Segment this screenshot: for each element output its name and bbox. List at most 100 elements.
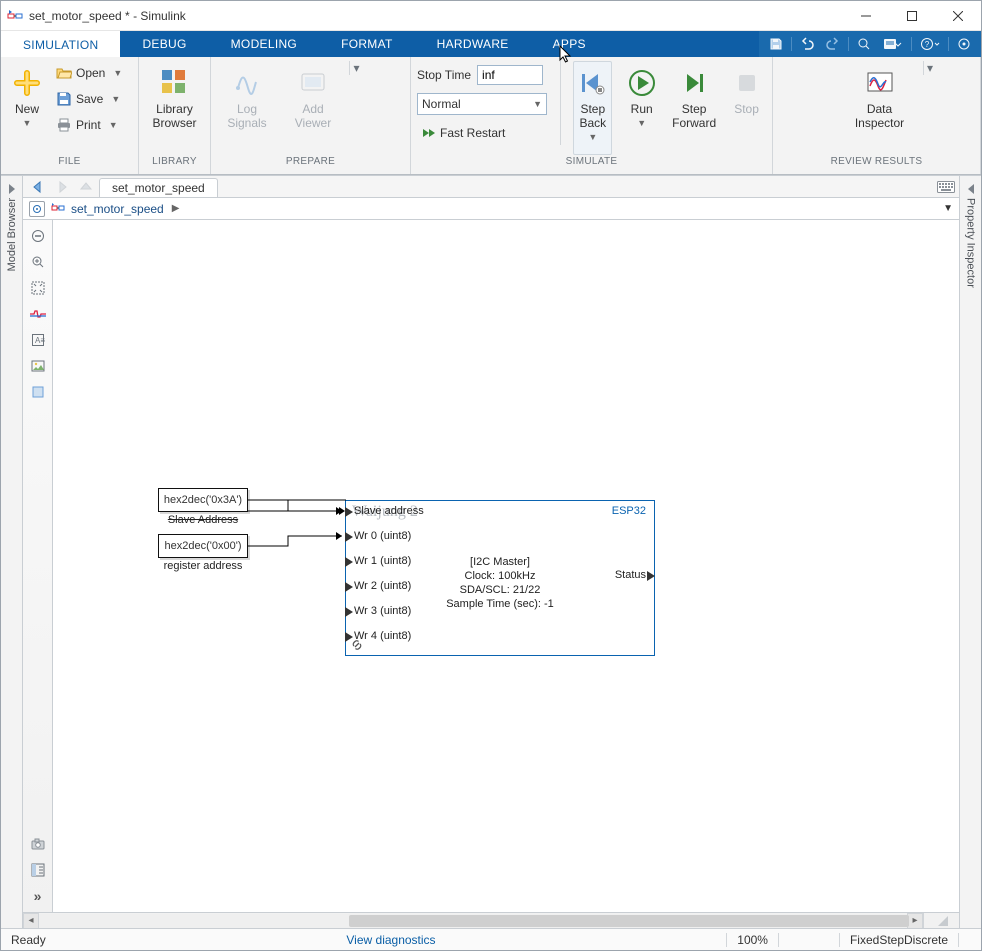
block-brand: ESP32 (612, 505, 646, 517)
toggle-sample-time-button[interactable] (26, 302, 50, 326)
tab-debug[interactable]: DEBUG (120, 31, 208, 57)
new-button[interactable]: New ▼ (7, 61, 47, 155)
wire-register (248, 535, 348, 575)
step-back-button[interactable]: Step Back ▼ (573, 61, 612, 155)
document-tab[interactable]: set_motor_speed (99, 178, 218, 197)
model-browser-collapsed[interactable]: Model Browser (1, 176, 23, 928)
wire-slave (248, 499, 348, 539)
maximize-button[interactable] (889, 1, 935, 30)
run-button[interactable]: Run ▼ (622, 61, 661, 155)
qat-overflow-button[interactable] (879, 34, 907, 54)
status-solver[interactable]: FixedStepDiscrete (840, 933, 958, 947)
qat-redo-button[interactable] (822, 34, 844, 54)
scroll-track[interactable] (39, 914, 907, 928)
property-inspector-collapsed[interactable]: Property Inspector (959, 176, 981, 928)
horizontal-scrollbar[interactable]: ◂ ▸ (23, 912, 959, 928)
ribbon-tabs: SIMULATION DEBUG MODELING FORMAT HARDWAR… (1, 31, 981, 57)
save-icon (56, 91, 72, 107)
group-label-prepare: PREPARE (217, 156, 404, 174)
block-constant-register-address[interactable]: hex2dec('0x00') (158, 534, 248, 558)
status-zoom[interactable]: 100% (727, 933, 778, 947)
stop-time-input[interactable] (477, 65, 543, 85)
stop-button[interactable]: Stop (727, 61, 766, 155)
area-button[interactable] (26, 380, 50, 404)
fit-to-view-button[interactable] (26, 276, 50, 300)
status-ready: Ready (1, 933, 56, 947)
step-forward-button[interactable]: Step Forward (671, 61, 717, 155)
window-title: set_motor_speed * - Simulink (29, 9, 843, 23)
scroll-right-button[interactable]: ▸ (907, 913, 923, 929)
review-dropdown[interactable]: ▾ (923, 61, 937, 75)
library-browser-button[interactable]: Library Browser (145, 61, 204, 155)
document-tabs: set_motor_speed (23, 176, 959, 198)
fast-restart-button[interactable]: Fast Restart (417, 121, 547, 145)
model-browser-toggle-button[interactable] (26, 858, 50, 882)
block-i2c-master[interactable]: Waijung 2 ESP32 (345, 500, 655, 656)
scroll-left-button[interactable]: ◂ (23, 913, 39, 929)
simulink-icon (7, 8, 23, 24)
tab-modeling[interactable]: MODELING (209, 31, 319, 57)
signal-1 (248, 499, 346, 501)
breadcrumb[interactable]: set_motor_speed (71, 202, 164, 216)
tab-simulation[interactable]: SIMULATION (1, 31, 120, 57)
ribbon: New ▼ Open▼ Save▼ Print▼ (1, 57, 981, 175)
qat-undo-button[interactable] (796, 34, 818, 54)
model-crumb-target-button[interactable] (29, 201, 45, 217)
group-label-review: REVIEW RESULTS (779, 156, 974, 174)
image-button[interactable] (26, 354, 50, 378)
nav-up-button[interactable] (75, 176, 97, 197)
add-viewer-button[interactable]: Add Viewer (283, 61, 343, 155)
svg-text:A≡: A≡ (35, 336, 45, 345)
diagram-canvas[interactable]: hex2dec('0x3A') Slave Address hex2dec('0… (53, 220, 959, 912)
expand-toolbar-button[interactable]: » (26, 884, 50, 908)
keyboard-icon[interactable] (933, 176, 959, 197)
breadcrumb-caret-icon[interactable]: ▶ (172, 203, 180, 214)
status-bar: Ready View diagnostics 100% FixedStepDis… (1, 928, 981, 950)
breadcrumb-dropdown[interactable]: ▼ (943, 203, 953, 214)
canvas-toolbar: A≡ » (23, 220, 53, 912)
expand-left-icon (966, 184, 976, 194)
title-bar: set_motor_speed * - Simulink (1, 1, 981, 31)
print-button[interactable]: Print▼ (53, 113, 125, 137)
minimize-button[interactable] (843, 1, 889, 30)
hide-toolbar-button[interactable] (26, 224, 50, 248)
prepare-dropdown[interactable]: ▾ (349, 61, 363, 75)
open-button[interactable]: Open▼ (53, 61, 125, 85)
nav-forward-button[interactable] (51, 176, 73, 197)
annotation-button[interactable]: A≡ (26, 328, 50, 352)
fast-restart-icon (420, 125, 436, 141)
tab-hardware[interactable]: HARDWARE (415, 31, 531, 57)
zoom-in-button[interactable] (26, 250, 50, 274)
save-button[interactable]: Save▼ (53, 87, 125, 111)
data-inspector-button[interactable]: Data Inspector (843, 61, 917, 155)
simulation-mode-select[interactable]: Normal▼ (417, 93, 547, 115)
signal-arrow-1 (248, 500, 346, 512)
nav-back-button[interactable] (27, 176, 49, 197)
caption-slave-address: Slave Address (158, 514, 248, 526)
group-label-simulate: SIMULATE (417, 156, 766, 174)
model-browser-label: Model Browser (6, 198, 18, 271)
view-diagnostics-link[interactable]: View diagnostics (336, 933, 445, 947)
tab-format[interactable]: FORMAT (319, 31, 415, 57)
group-label-file: FILE (7, 156, 132, 174)
qat-save-button[interactable] (765, 34, 787, 54)
port-wr0: Wr 0 (uint8) (354, 530, 411, 542)
caption-register-address: register address (158, 560, 248, 572)
close-button[interactable] (935, 1, 981, 30)
log-signals-button[interactable]: Log Signals (217, 61, 277, 155)
qat-help-button[interactable]: ? (916, 34, 944, 54)
svg-text:?: ? (925, 40, 930, 49)
qat-search-button[interactable] (853, 34, 875, 54)
model-crumb-icon (51, 202, 65, 216)
scroll-thumb[interactable] (349, 915, 909, 927)
port-slave-address: Slave address (354, 505, 424, 517)
breadcrumb-bar: set_motor_speed ▶ ▼ (23, 198, 959, 220)
block-constant-slave-address[interactable]: hex2dec('0x3A') (158, 488, 248, 512)
tab-apps[interactable]: APPS (531, 31, 608, 57)
qat-target-button[interactable] (953, 34, 975, 54)
group-label-library: LIBRARY (145, 156, 204, 174)
main-area: Model Browser set_motor_speed set_motor_… (1, 175, 981, 928)
expand-right-icon (7, 184, 17, 194)
stop-time-label: Stop Time (417, 68, 471, 82)
snapshot-button[interactable] (26, 832, 50, 856)
